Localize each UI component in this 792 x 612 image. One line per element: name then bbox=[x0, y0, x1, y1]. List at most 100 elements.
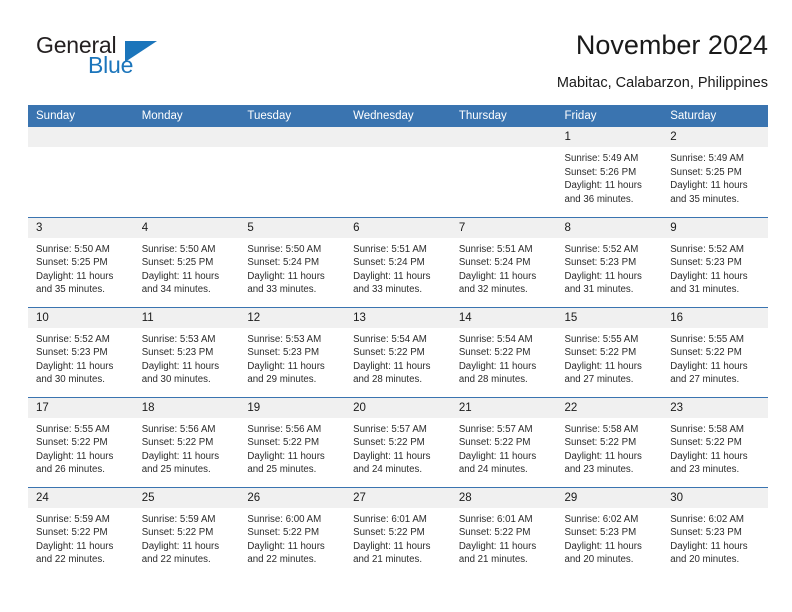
day-details: Sunrise: 5:53 AM Sunset: 5:23 PM Daylight:… bbox=[239, 328, 345, 387]
sunrise-time: Sunrise: 6:02 AM bbox=[564, 513, 639, 525]
calendar-day-cell[interactable]: 20 Sunrise: 5:57 AM Sunset: 5:22 PM Dayligh… bbox=[345, 396, 451, 487]
calendar-day-cell[interactable]: 26 Sunrise: 6:00 AM Sunset: 5:22 PM Dayligh… bbox=[239, 486, 346, 577]
day-number bbox=[239, 127, 346, 147]
sunrise-time: Sunrise: 6:01 AM bbox=[458, 513, 533, 525]
day-number bbox=[133, 127, 240, 147]
day-number: 23 bbox=[662, 397, 768, 418]
sunset-time: Sunset: 5:22 PM bbox=[141, 527, 214, 539]
calendar-week-row: 24 Sunrise: 5:59 AM Sunset: 5:22 PM Dayligh… bbox=[28, 486, 768, 577]
calendar-day-cell[interactable]: 10 Sunrise: 5:52 AM Sunset: 5:23 PM Dayligh… bbox=[28, 306, 134, 397]
daylight-duration-line1: Daylight: 11 hours bbox=[670, 540, 748, 552]
day-number: 4 bbox=[133, 217, 240, 238]
calendar-day-cell[interactable]: 29 Sunrise: 6:02 AM Sunset: 5:23 PM Dayligh… bbox=[556, 486, 663, 577]
calendar-day-cell[interactable]: 14 Sunrise: 5:54 AM Sunset: 5:22 PM Dayligh… bbox=[450, 306, 557, 397]
daylight-duration-line1: Daylight: 11 hours bbox=[353, 450, 431, 462]
day-number bbox=[28, 127, 134, 147]
calendar-day-cell[interactable]: 25 Sunrise: 5:59 AM Sunset: 5:22 PM Dayligh… bbox=[133, 486, 240, 577]
day-number: 6 bbox=[345, 217, 451, 238]
calendar-day-cell[interactable]: 9 Sunrise: 5:52 AM Sunset: 5:23 PM Daylight… bbox=[662, 216, 768, 307]
daylight-duration-line1: Daylight: 11 hours bbox=[141, 270, 220, 282]
daylight-duration-line1: Daylight: 11 hours bbox=[564, 270, 642, 282]
daylight-duration-line2: and 30 minutes. bbox=[36, 374, 105, 386]
sunset-time: Sunset: 5:22 PM bbox=[36, 527, 108, 539]
calendar-day-cell[interactable]: 3 Sunrise: 5:50 AM Sunset: 5:25 PM Daylight… bbox=[28, 216, 134, 307]
day-details: Sunrise: 5:51 AM Sunset: 5:24 PM Daylight:… bbox=[345, 238, 451, 297]
calendar-day-cell[interactable]: 1 Sunrise: 5:49 AM Sunset: 5:26 PM Daylight… bbox=[556, 127, 663, 217]
daylight-duration-line2: and 28 minutes. bbox=[458, 374, 528, 386]
daylight-duration-line1: Daylight: 11 hours bbox=[247, 540, 325, 552]
calendar-day-cell[interactable]: 2 Sunrise: 5:49 AM Sunset: 5:25 PM Daylight… bbox=[662, 127, 768, 217]
calendar-week-row: 10 Sunrise: 5:52 AM Sunset: 5:23 PM Dayligh… bbox=[28, 306, 768, 397]
calendar-day-cell[interactable]: 23 Sunrise: 5:58 AM Sunset: 5:22 PM Dayligh… bbox=[662, 396, 768, 487]
sunset-time: Sunset: 5:23 PM bbox=[36, 347, 108, 359]
day-details: Sunrise: 5:52 AM Sunset: 5:23 PM Daylight:… bbox=[662, 238, 768, 297]
sunset-time: Sunset: 5:22 PM bbox=[353, 437, 425, 449]
sunset-time: Sunset: 5:22 PM bbox=[564, 437, 637, 449]
daylight-duration-line1: Daylight: 11 hours bbox=[141, 450, 220, 462]
day-details: Sunrise: 5:58 AM Sunset: 5:22 PM Daylight:… bbox=[557, 418, 663, 477]
calendar-day-cell[interactable]: 24 Sunrise: 5:59 AM Sunset: 5:22 PM Dayligh… bbox=[28, 486, 134, 577]
calendar-page: General Blue November 2024 Mabitac, Cala… bbox=[0, 0, 792, 612]
day-details: Sunrise: 5:52 AM Sunset: 5:23 PM Daylight:… bbox=[557, 238, 663, 297]
day-number: 26 bbox=[239, 487, 346, 508]
calendar-day-cell[interactable]: 13 Sunrise: 5:54 AM Sunset: 5:22 PM Dayligh… bbox=[345, 306, 451, 397]
sunset-time: Sunset: 5:22 PM bbox=[458, 527, 531, 539]
day-details: Sunrise: 5:50 AM Sunset: 5:24 PM Daylight:… bbox=[239, 238, 345, 297]
calendar-day-cell[interactable]: 19 Sunrise: 5:56 AM Sunset: 5:22 PM Dayligh… bbox=[239, 396, 346, 487]
calendar-day-cell[interactable]: 7 Sunrise: 5:51 AM Sunset: 5:24 PM Daylight… bbox=[450, 216, 557, 307]
sunrise-time: Sunrise: 5:58 AM bbox=[670, 423, 744, 435]
daylight-duration-line2: and 35 minutes. bbox=[670, 193, 740, 205]
day-number: 7 bbox=[450, 217, 557, 238]
calendar-day-cell[interactable]: 27 Sunrise: 6:01 AM Sunset: 5:22 PM Dayligh… bbox=[345, 486, 451, 577]
sunset-time: Sunset: 5:25 PM bbox=[141, 257, 214, 269]
daylight-duration-line2: and 22 minutes. bbox=[141, 554, 211, 566]
day-number: 9 bbox=[662, 217, 768, 238]
calendar-day-cell[interactable]: 4 Sunrise: 5:50 AM Sunset: 5:25 PM Daylight… bbox=[133, 216, 240, 307]
calendar-day-cell[interactable]: 28 Sunrise: 6:01 AM Sunset: 5:22 PM Dayligh… bbox=[450, 486, 557, 577]
calendar-day-cell[interactable]: 11 Sunrise: 5:53 AM Sunset: 5:23 PM Dayligh… bbox=[133, 306, 240, 397]
day-number: 5 bbox=[239, 217, 346, 238]
page-title: November 2024 bbox=[575, 30, 768, 60]
sunset-time: Sunset: 5:24 PM bbox=[247, 257, 320, 269]
day-details: Sunrise: 5:49 AM Sunset: 5:26 PM Daylight:… bbox=[557, 147, 663, 206]
day-number bbox=[450, 127, 557, 147]
daylight-duration-line2: and 21 minutes. bbox=[458, 554, 528, 566]
sunrise-time: Sunrise: 5:57 AM bbox=[458, 423, 533, 435]
weekday-header-thursday: Thursday bbox=[450, 105, 557, 127]
calendar-day-cell[interactable]: 16 Sunrise: 5:55 AM Sunset: 5:22 PM Dayligh… bbox=[662, 306, 768, 397]
day-details: Sunrise: 5:52 AM Sunset: 5:23 PM Daylight:… bbox=[28, 328, 134, 387]
day-details: Sunrise: 5:54 AM Sunset: 5:22 PM Daylight:… bbox=[345, 328, 451, 387]
calendar-day-cell[interactable]: 30 Sunrise: 6:02 AM Sunset: 5:23 PM Dayligh… bbox=[662, 486, 768, 577]
calendar-day-cell[interactable]: 21 Sunrise: 5:57 AM Sunset: 5:22 PM Dayligh… bbox=[450, 396, 557, 487]
day-details: Sunrise: 5:59 AM Sunset: 5:22 PM Daylight:… bbox=[134, 508, 240, 567]
daylight-duration-line2: and 27 minutes. bbox=[670, 374, 740, 386]
daylight-duration-line1: Daylight: 11 hours bbox=[353, 360, 431, 372]
calendar-day-cell[interactable]: 15 Sunrise: 5:55 AM Sunset: 5:22 PM Dayligh… bbox=[556, 306, 663, 397]
calendar-day-cell[interactable]: 18 Sunrise: 5:56 AM Sunset: 5:22 PM Dayligh… bbox=[133, 396, 240, 487]
sunset-time: Sunset: 5:22 PM bbox=[247, 437, 320, 449]
calendar-day-cell[interactable]: 22 Sunrise: 5:58 AM Sunset: 5:22 PM Dayligh… bbox=[556, 396, 663, 487]
general-blue-logo: General Blue bbox=[28, 32, 228, 88]
day-number: 1 bbox=[556, 127, 663, 147]
day-number: 3 bbox=[28, 217, 134, 238]
day-number: 30 bbox=[662, 487, 768, 508]
calendar-day-cell[interactable]: 8 Sunrise: 5:52 AM Sunset: 5:23 PM Daylight… bbox=[556, 216, 663, 307]
daylight-duration-line1: Daylight: 11 hours bbox=[141, 360, 220, 372]
daylight-duration-line1: Daylight: 11 hours bbox=[36, 270, 114, 282]
calendar-day-cell[interactable]: 17 Sunrise: 5:55 AM Sunset: 5:22 PM Dayligh… bbox=[28, 396, 134, 487]
calendar-day-cell[interactable]: 5 Sunrise: 5:50 AM Sunset: 5:24 PM Daylight… bbox=[239, 216, 346, 307]
day-details: Sunrise: 5:57 AM Sunset: 5:22 PM Daylight:… bbox=[451, 418, 557, 477]
day-number: 27 bbox=[345, 487, 451, 508]
sunrise-time: Sunrise: 5:54 AM bbox=[458, 333, 533, 345]
calendar-day-cell[interactable]: 6 Sunrise: 5:51 AM Sunset: 5:24 PM Daylight… bbox=[345, 216, 451, 307]
sunrise-time: Sunrise: 6:00 AM bbox=[247, 513, 322, 525]
day-number: 24 bbox=[28, 487, 134, 508]
calendar-body: 1 Sunrise: 5:49 AM Sunset: 5:26 PM Daylight… bbox=[28, 127, 768, 577]
daylight-duration-line2: and 31 minutes. bbox=[564, 284, 634, 296]
daylight-duration-line1: Daylight: 11 hours bbox=[247, 450, 325, 462]
daylight-duration-line1: Daylight: 11 hours bbox=[36, 360, 114, 372]
calendar-day-cell[interactable]: 12 Sunrise: 5:53 AM Sunset: 5:23 PM Dayligh… bbox=[239, 306, 346, 397]
sunrise-time: Sunrise: 5:52 AM bbox=[564, 243, 639, 255]
daylight-duration-line2: and 24 minutes. bbox=[458, 464, 528, 476]
daylight-duration-line1: Daylight: 11 hours bbox=[670, 180, 748, 192]
